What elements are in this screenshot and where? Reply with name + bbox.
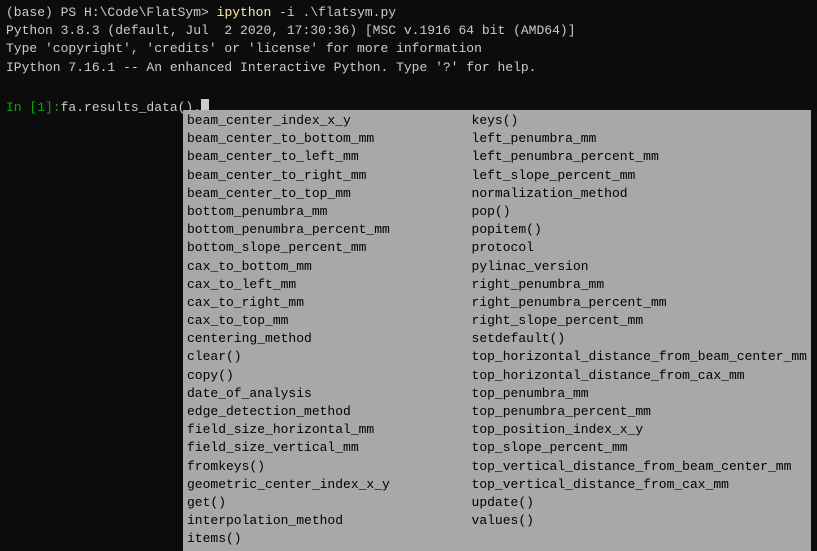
- completion-item[interactable]: top_slope_percent_mm: [472, 439, 807, 457]
- completion-item[interactable]: beam_center_to_right_mm: [187, 167, 472, 185]
- completion-item[interactable]: cax_to_right_mm: [187, 294, 472, 312]
- completion-item[interactable]: top_horizontal_distance_from_beam_center…: [472, 348, 807, 366]
- shell-prompt-line: (base) PS H:\Code\FlatSym> ipython -i .\…: [6, 4, 811, 22]
- completion-item[interactable]: field_size_horizontal_mm: [187, 421, 472, 439]
- completion-item[interactable]: cax_to_left_mm: [187, 276, 472, 294]
- completion-item[interactable]: clear(): [187, 348, 472, 366]
- completion-item[interactable]: top_vertical_distance_from_beam_center_m…: [472, 458, 807, 476]
- shell-args: -i .\flatsym.py: [271, 5, 396, 20]
- completion-item[interactable]: edge_detection_method: [187, 403, 472, 421]
- completion-item[interactable]: top_vertical_distance_from_cax_mm: [472, 476, 807, 494]
- completion-popup[interactable]: beam_center_index_x_y beam_center_to_bot…: [183, 110, 811, 551]
- shell-command: ipython: [217, 5, 272, 20]
- completion-item[interactable]: right_slope_percent_mm: [472, 312, 807, 330]
- completion-item[interactable]: beam_center_to_left_mm: [187, 148, 472, 166]
- completion-item[interactable]: update(): [472, 494, 807, 512]
- completion-item[interactable]: normalization_method: [472, 185, 807, 203]
- blank-line: [6, 77, 811, 95]
- python-version-line: Python 3.8.3 (default, Jul 2 2020, 17:30…: [6, 22, 811, 40]
- completion-item[interactable]: get(): [187, 494, 472, 512]
- completion-item[interactable]: top_penumbra_percent_mm: [472, 403, 807, 421]
- completion-item[interactable]: pop(): [472, 203, 807, 221]
- input-text: fa.results_data().: [61, 99, 201, 117]
- completion-item[interactable]: setdefault(): [472, 330, 807, 348]
- completion-item[interactable]: bottom_slope_percent_mm: [187, 239, 472, 257]
- completion-item[interactable]: bottom_penumbra_mm: [187, 203, 472, 221]
- completion-item[interactable]: top_penumbra_mm: [472, 385, 807, 403]
- completion-item[interactable]: popitem(): [472, 221, 807, 239]
- completion-item[interactable]: values(): [472, 512, 807, 530]
- completion-item[interactable]: beam_center_index_x_y: [187, 112, 472, 130]
- completion-item[interactable]: left_slope_percent_mm: [472, 167, 807, 185]
- completion-item[interactable]: date_of_analysis: [187, 385, 472, 403]
- completion-item[interactable]: right_penumbra_mm: [472, 276, 807, 294]
- completion-item[interactable]: left_penumbra_mm: [472, 130, 807, 148]
- shell-prompt-prefix: (base) PS H:\Code\FlatSym>: [6, 5, 217, 20]
- completion-column-2: keys() left_penumbra_mm left_penumbra_pe…: [472, 112, 807, 549]
- ipython-version-line: IPython 7.16.1 -- An enhanced Interactiv…: [6, 59, 811, 77]
- completion-item[interactable]: cax_to_bottom_mm: [187, 258, 472, 276]
- completion-item[interactable]: centering_method: [187, 330, 472, 348]
- completion-item[interactable]: top_horizontal_distance_from_cax_mm: [472, 367, 807, 385]
- completion-item[interactable]: right_penumbra_percent_mm: [472, 294, 807, 312]
- completion-item[interactable]: field_size_vertical_mm: [187, 439, 472, 457]
- completion-item[interactable]: left_penumbra_percent_mm: [472, 148, 807, 166]
- copyright-line: Type 'copyright', 'credits' or 'license'…: [6, 40, 811, 58]
- completion-item[interactable]: beam_center_to_bottom_mm: [187, 130, 472, 148]
- completion-item[interactable]: items(): [187, 530, 472, 548]
- completion-item[interactable]: protocol: [472, 239, 807, 257]
- completion-item[interactable]: cax_to_top_mm: [187, 312, 472, 330]
- completion-item[interactable]: interpolation_method: [187, 512, 472, 530]
- completion-item[interactable]: copy(): [187, 367, 472, 385]
- input-prompt-label: In [1]:: [6, 99, 61, 117]
- completion-column-1: beam_center_index_x_y beam_center_to_bot…: [187, 112, 472, 549]
- completion-item[interactable]: top_position_index_x_y: [472, 421, 807, 439]
- completion-item[interactable]: keys(): [472, 112, 807, 130]
- completion-item[interactable]: pylinac_version: [472, 258, 807, 276]
- completion-item[interactable]: beam_center_to_top_mm: [187, 185, 472, 203]
- completion-item[interactable]: bottom_penumbra_percent_mm: [187, 221, 472, 239]
- completion-item[interactable]: fromkeys(): [187, 458, 472, 476]
- completion-item[interactable]: geometric_center_index_x_y: [187, 476, 472, 494]
